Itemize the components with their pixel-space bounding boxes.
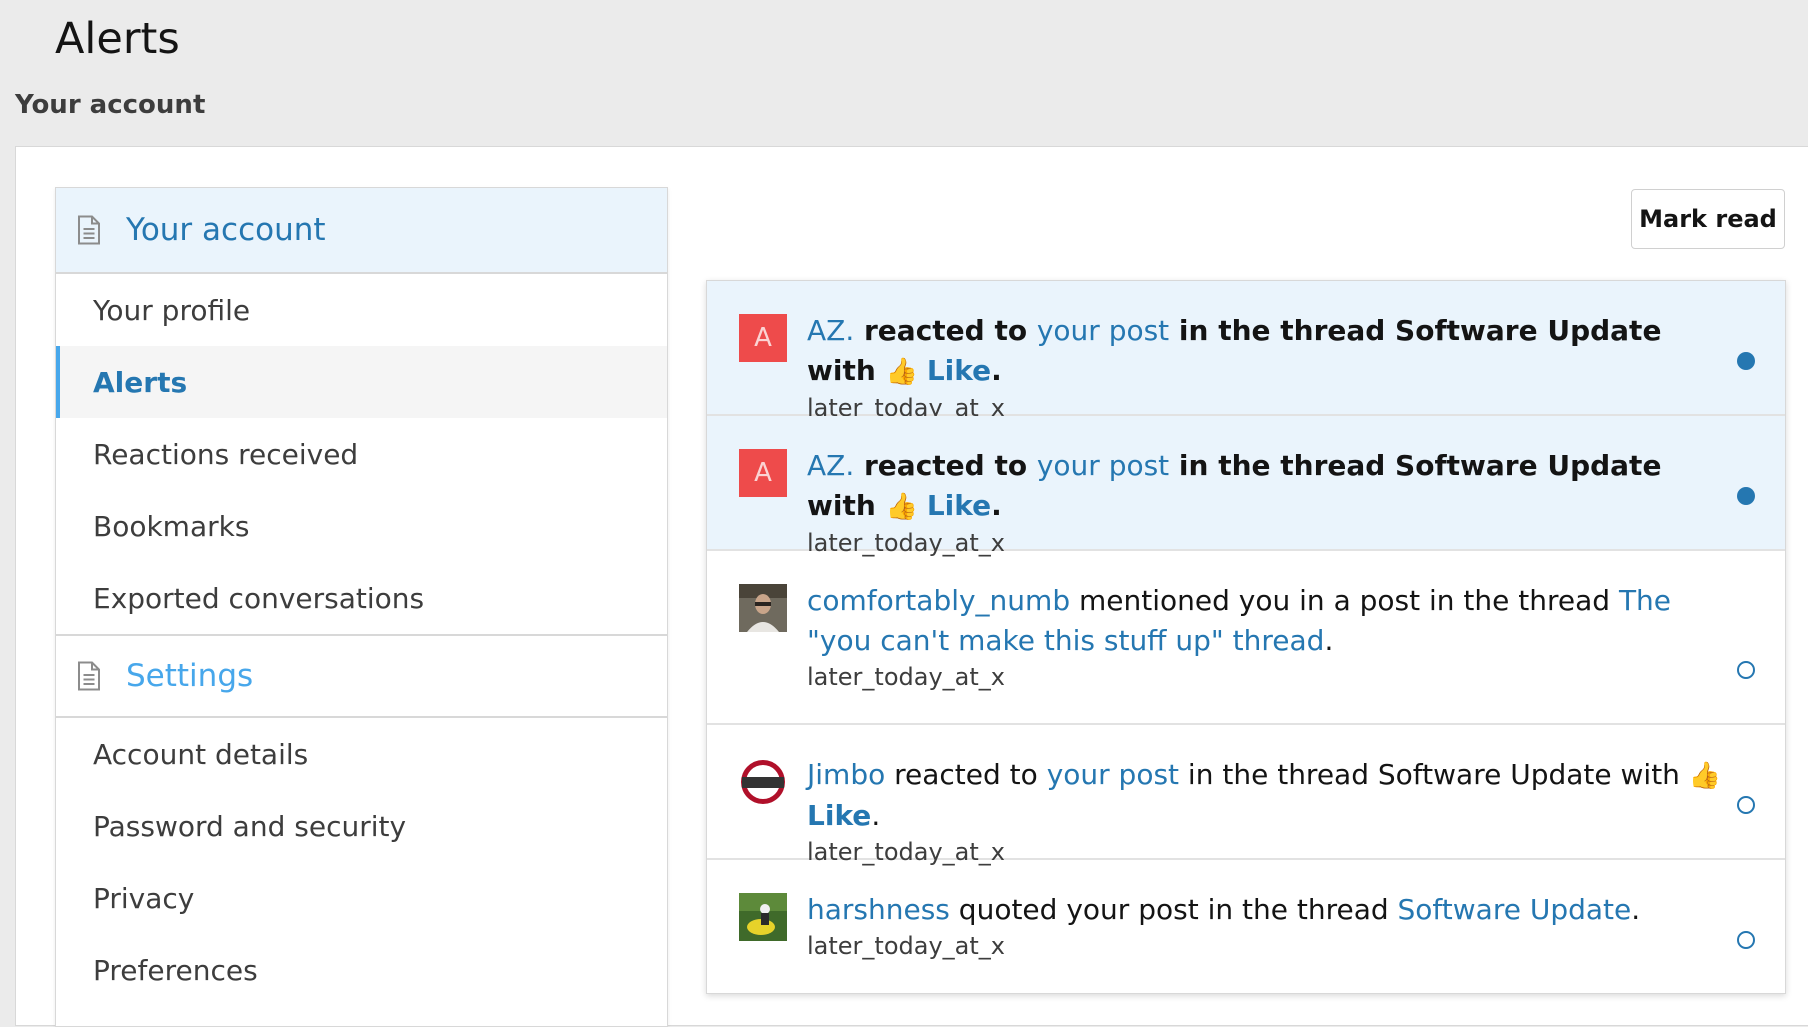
reaction-link[interactable]: Like <box>927 489 991 522</box>
thumbs-up-icon: 👍 <box>1688 761 1722 791</box>
sidebar-header-label: Settings <box>126 658 254 694</box>
alert-user-link[interactable]: AZ. <box>807 314 854 347</box>
user-photo-icon <box>739 584 787 632</box>
alert-text-fragment: quoted your post in the thread <box>949 893 1398 926</box>
alert-timestamp[interactable]: later_today_at_x <box>807 661 1737 693</box>
alert-text-fragment: mentioned you in a post in the thread <box>1070 584 1619 617</box>
alert-item[interactable]: Jimbo reacted to your post in the thread… <box>707 725 1785 866</box>
alert-post-link[interactable]: your post <box>1037 314 1169 347</box>
alert-text-fragment: reacted to <box>854 314 1037 347</box>
alert-text-fragment: . <box>1324 624 1334 657</box>
sidebar-header-your-account[interactable]: Your account <box>56 188 667 274</box>
sidebar-item-reactions-received[interactable]: Reactions received <box>56 418 667 490</box>
reaction-link[interactable]: Like <box>927 354 991 387</box>
alert-text: harshness quoted your post in the thread… <box>807 890 1737 962</box>
thumbs-up-icon: 👍 <box>885 492 918 522</box>
alert-text: AZ. reacted to your post in the thread S… <box>807 446 1737 559</box>
sidebar-header-label: Your account <box>126 212 326 248</box>
avatar[interactable]: A <box>739 449 787 497</box>
alert-item[interactable]: comfortably_numb mentioned you in a post… <box>707 551 1785 725</box>
alert-user-link[interactable]: AZ. <box>807 449 854 482</box>
alerts-list: A AZ. reacted to your post in the thread… <box>706 280 1786 994</box>
alert-post-link[interactable]: your post <box>1047 758 1179 791</box>
sidebar-item-preferences[interactable]: Preferences <box>56 934 667 1006</box>
alert-text-fragment: . <box>991 354 1002 387</box>
sidebar-item-alerts[interactable]: Alerts <box>56 346 667 418</box>
alert-user-link[interactable]: comfortably_numb <box>807 584 1070 617</box>
alert-text: comfortably_numb mentioned you in a post… <box>807 581 1737 693</box>
user-photo-icon <box>739 893 787 941</box>
unread-indicator[interactable] <box>1737 487 1755 505</box>
sidebar-header-settings[interactable]: Settings <box>56 634 667 718</box>
alert-user-link[interactable]: Jimbo <box>807 758 885 791</box>
alert-text: Jimbo reacted to your post in the thread… <box>807 755 1737 868</box>
alert-text-fragment: . <box>991 489 1002 522</box>
page-title: Alerts <box>55 14 180 64</box>
alert-text-fragment: . <box>1631 893 1641 926</box>
alert-timestamp[interactable]: later_today_at_x <box>807 930 1737 962</box>
alert-text: AZ. reacted to your post in the thread S… <box>807 311 1737 424</box>
avatar[interactable] <box>739 893 787 941</box>
reaction-link[interactable]: Like <box>807 799 871 832</box>
unread-indicator[interactable] <box>1737 352 1755 370</box>
alert-text-fragment: in the thread Software Update with <box>1179 758 1689 791</box>
thumbs-up-icon: 👍 <box>885 357 918 387</box>
alert-item[interactable]: harshness quoted your post in the thread… <box>707 860 1785 995</box>
avatar[interactable]: A <box>739 314 787 362</box>
document-icon <box>78 215 100 245</box>
alert-text-fragment: reacted to <box>885 758 1047 791</box>
sidebar-item-your-profile[interactable]: Your profile <box>56 274 667 346</box>
read-indicator[interactable] <box>1737 931 1755 949</box>
alert-text-fragment: . <box>871 799 881 832</box>
alert-item[interactable]: A AZ. reacted to your post in the thread… <box>707 281 1785 422</box>
alert-thread-link[interactable]: Software Update <box>1398 893 1632 926</box>
sidebar-item-exported-conversations[interactable]: Exported conversations <box>56 562 667 634</box>
sidebar-item-account-details[interactable]: Account details <box>56 718 667 790</box>
document-icon <box>78 661 100 691</box>
avatar[interactable] <box>739 584 787 632</box>
avatar[interactable] <box>739 758 787 806</box>
sidebar-item-bookmarks[interactable]: Bookmarks <box>56 490 667 562</box>
sidebar-item-privacy[interactable]: Privacy <box>56 862 667 934</box>
read-indicator[interactable] <box>1737 796 1755 814</box>
sidebar-item-password-security[interactable]: Password and security <box>56 790 667 862</box>
read-indicator[interactable] <box>1737 661 1755 679</box>
breadcrumb[interactable]: Your account <box>15 90 205 120</box>
alert-user-link[interactable]: harshness <box>807 893 950 926</box>
mark-read-button[interactable]: Mark read <box>1631 189 1785 249</box>
alert-post-link[interactable]: your post <box>1037 449 1169 482</box>
team-logo-icon <box>739 758 787 806</box>
alert-item[interactable]: A AZ. reacted to your post in the thread… <box>707 416 1785 557</box>
account-sidebar: Your account Your profile Alerts Reactio… <box>55 187 668 1027</box>
alert-text-fragment: reacted to <box>854 449 1037 482</box>
